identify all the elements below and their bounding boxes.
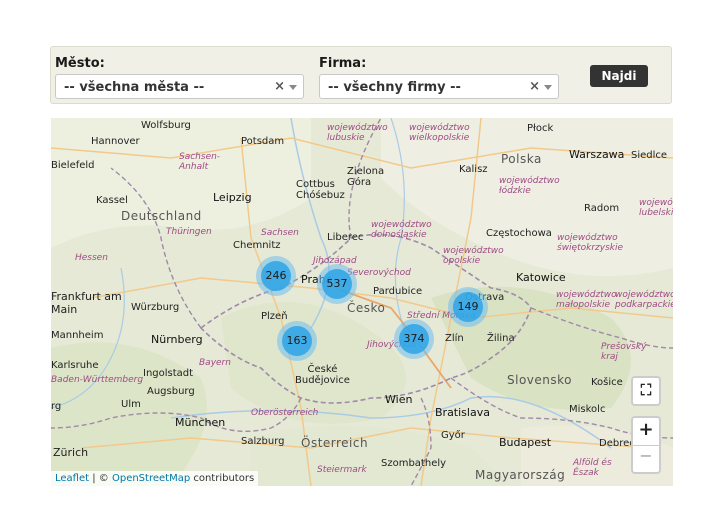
zoom-control: + − xyxy=(631,416,661,474)
marker-cluster[interactable]: 149 xyxy=(448,287,488,327)
map-label: województwo dolnośląskie xyxy=(371,220,432,240)
city-select[interactable]: -- všechna města -- × xyxy=(55,74,304,99)
map-label: Pardubice xyxy=(373,286,423,297)
map-label: Bratislava xyxy=(435,406,490,419)
map-label: Cottbus Chóśebuz xyxy=(296,179,345,201)
map-label: Wolfsburg xyxy=(141,120,191,131)
map-label: München xyxy=(175,416,226,429)
map-label: Warszawa xyxy=(569,148,625,161)
fullscreen-button[interactable]: ⛶ xyxy=(631,376,661,406)
map-label: Košice xyxy=(591,377,623,388)
map-label: Ulm xyxy=(121,399,141,410)
city-clear-icon[interactable]: × xyxy=(274,79,285,94)
marker-cluster[interactable]: 374 xyxy=(394,319,434,359)
map-label: Kassel xyxy=(96,195,128,206)
map-label: Frankfurt am Main xyxy=(51,290,122,316)
map-label: Österreich xyxy=(301,436,369,450)
map-label: województwo opolskie xyxy=(443,246,504,266)
map-label: Częstochowa xyxy=(486,228,552,239)
search-button[interactable]: Najdi xyxy=(590,65,648,87)
chevron-down-icon[interactable] xyxy=(289,85,297,90)
cluster-count: 246 xyxy=(261,261,291,291)
map-label: województwo świętokrzyskie xyxy=(557,233,624,253)
map-label: Oberösterreich xyxy=(251,408,319,418)
map-label: Chemnitz xyxy=(233,240,281,251)
marker-cluster[interactable]: 163 xyxy=(277,321,317,361)
map-label: Zielona Góra xyxy=(347,166,385,188)
map-label: Hessen xyxy=(75,253,108,263)
map-label: Katowice xyxy=(516,271,566,284)
map-label: Bayern xyxy=(199,358,231,368)
map-label: Radom xyxy=(584,203,620,214)
map-label: Polska xyxy=(501,152,542,166)
city-select-value: -- všechna města -- xyxy=(64,80,205,95)
map-label: Liberec xyxy=(327,232,364,243)
fullscreen-icon: ⛶ xyxy=(640,381,652,399)
map-label: Zürich xyxy=(53,446,89,459)
map-label: Sachsen- Anhalt xyxy=(179,152,221,172)
map-label: Žilina xyxy=(487,333,515,344)
map-label: Slovensko xyxy=(507,373,572,387)
company-label: Firma: xyxy=(319,56,367,71)
map-label: Mannheim xyxy=(51,330,104,341)
leaflet-link[interactable]: Leaflet xyxy=(55,473,89,484)
map-label: województwo lubelskie xyxy=(639,198,673,218)
map-label: Severovýchod xyxy=(347,268,411,278)
map-label: Deutschland xyxy=(121,209,202,223)
map-label: Baden-Württemberg xyxy=(51,375,144,385)
map-label: Szombathely xyxy=(381,458,447,469)
map-label: Salzburg xyxy=(241,436,285,447)
attribution-sep: | © xyxy=(89,473,112,484)
map-label: Augsburg xyxy=(147,386,195,397)
map-label: Zlín xyxy=(445,333,464,344)
map-label: województwo łódzkie xyxy=(499,176,560,196)
chevron-down-icon[interactable] xyxy=(544,85,552,90)
map-label: České Budějovice xyxy=(295,364,350,386)
map-label: Leipzig xyxy=(213,191,252,204)
map-label: województwo wielkopolskie xyxy=(409,123,470,143)
zoom-out-button[interactable]: − xyxy=(633,446,659,465)
map-label: Płock xyxy=(527,123,554,134)
map-label: Sachsen xyxy=(261,228,299,238)
map-attribution: Leaflet | © OpenStreetMap contributors xyxy=(51,471,259,486)
map-label: Würzburg xyxy=(131,302,180,313)
map-label: województwo małopolskie xyxy=(556,290,617,310)
map-label: Alföld és Észak xyxy=(573,458,612,478)
map-label: Bielefeld xyxy=(51,160,95,171)
map-label: Miskolc xyxy=(569,404,606,415)
map-label: Thüringen xyxy=(166,227,212,237)
map-label: Wien xyxy=(385,393,413,406)
map-label: Karlsruhe xyxy=(51,360,99,371)
map-label: województwo lubuskie xyxy=(327,123,388,143)
cluster-count: 537 xyxy=(322,269,352,299)
company-select[interactable]: -- všechny firmy -- × xyxy=(319,74,559,99)
osm-link[interactable]: OpenStreetMap xyxy=(112,473,190,484)
company-clear-icon[interactable]: × xyxy=(529,79,540,94)
map-label: Ingolstadt xyxy=(143,368,194,379)
map-label: Kalisz xyxy=(459,164,488,175)
map-label: Siedlce xyxy=(631,150,668,161)
map-label: Steiermark xyxy=(317,465,367,475)
map-label: województwo podkarpackie xyxy=(615,290,673,310)
map-label: rg xyxy=(51,401,62,412)
map-label: Plzeň xyxy=(261,311,288,322)
map-label: Česko xyxy=(347,301,386,315)
attribution-suffix: contributors xyxy=(190,473,255,484)
map-label: Magyarország xyxy=(475,468,566,482)
map-label: Prešovský kraj xyxy=(601,342,647,362)
cluster-count: 374 xyxy=(399,324,429,354)
cluster-count: 149 xyxy=(453,292,483,322)
zoom-in-button[interactable]: + xyxy=(633,419,659,446)
map-label: Potsdam xyxy=(241,136,285,147)
map-label: Hannover xyxy=(91,136,140,147)
marker-cluster[interactable]: 537 xyxy=(317,264,357,304)
company-select-value: -- všechny firmy -- xyxy=(328,80,461,95)
city-label: Město: xyxy=(55,56,105,71)
map-label: Nürnberg xyxy=(151,333,203,346)
cluster-count: 163 xyxy=(282,326,312,356)
map-label: Budapest xyxy=(499,436,552,449)
map[interactable]: Hannover Wolfsburg Potsdam Bielefeld Sac… xyxy=(51,118,673,486)
marker-cluster[interactable]: 246 xyxy=(256,256,296,296)
map-label: Győr xyxy=(441,430,465,441)
